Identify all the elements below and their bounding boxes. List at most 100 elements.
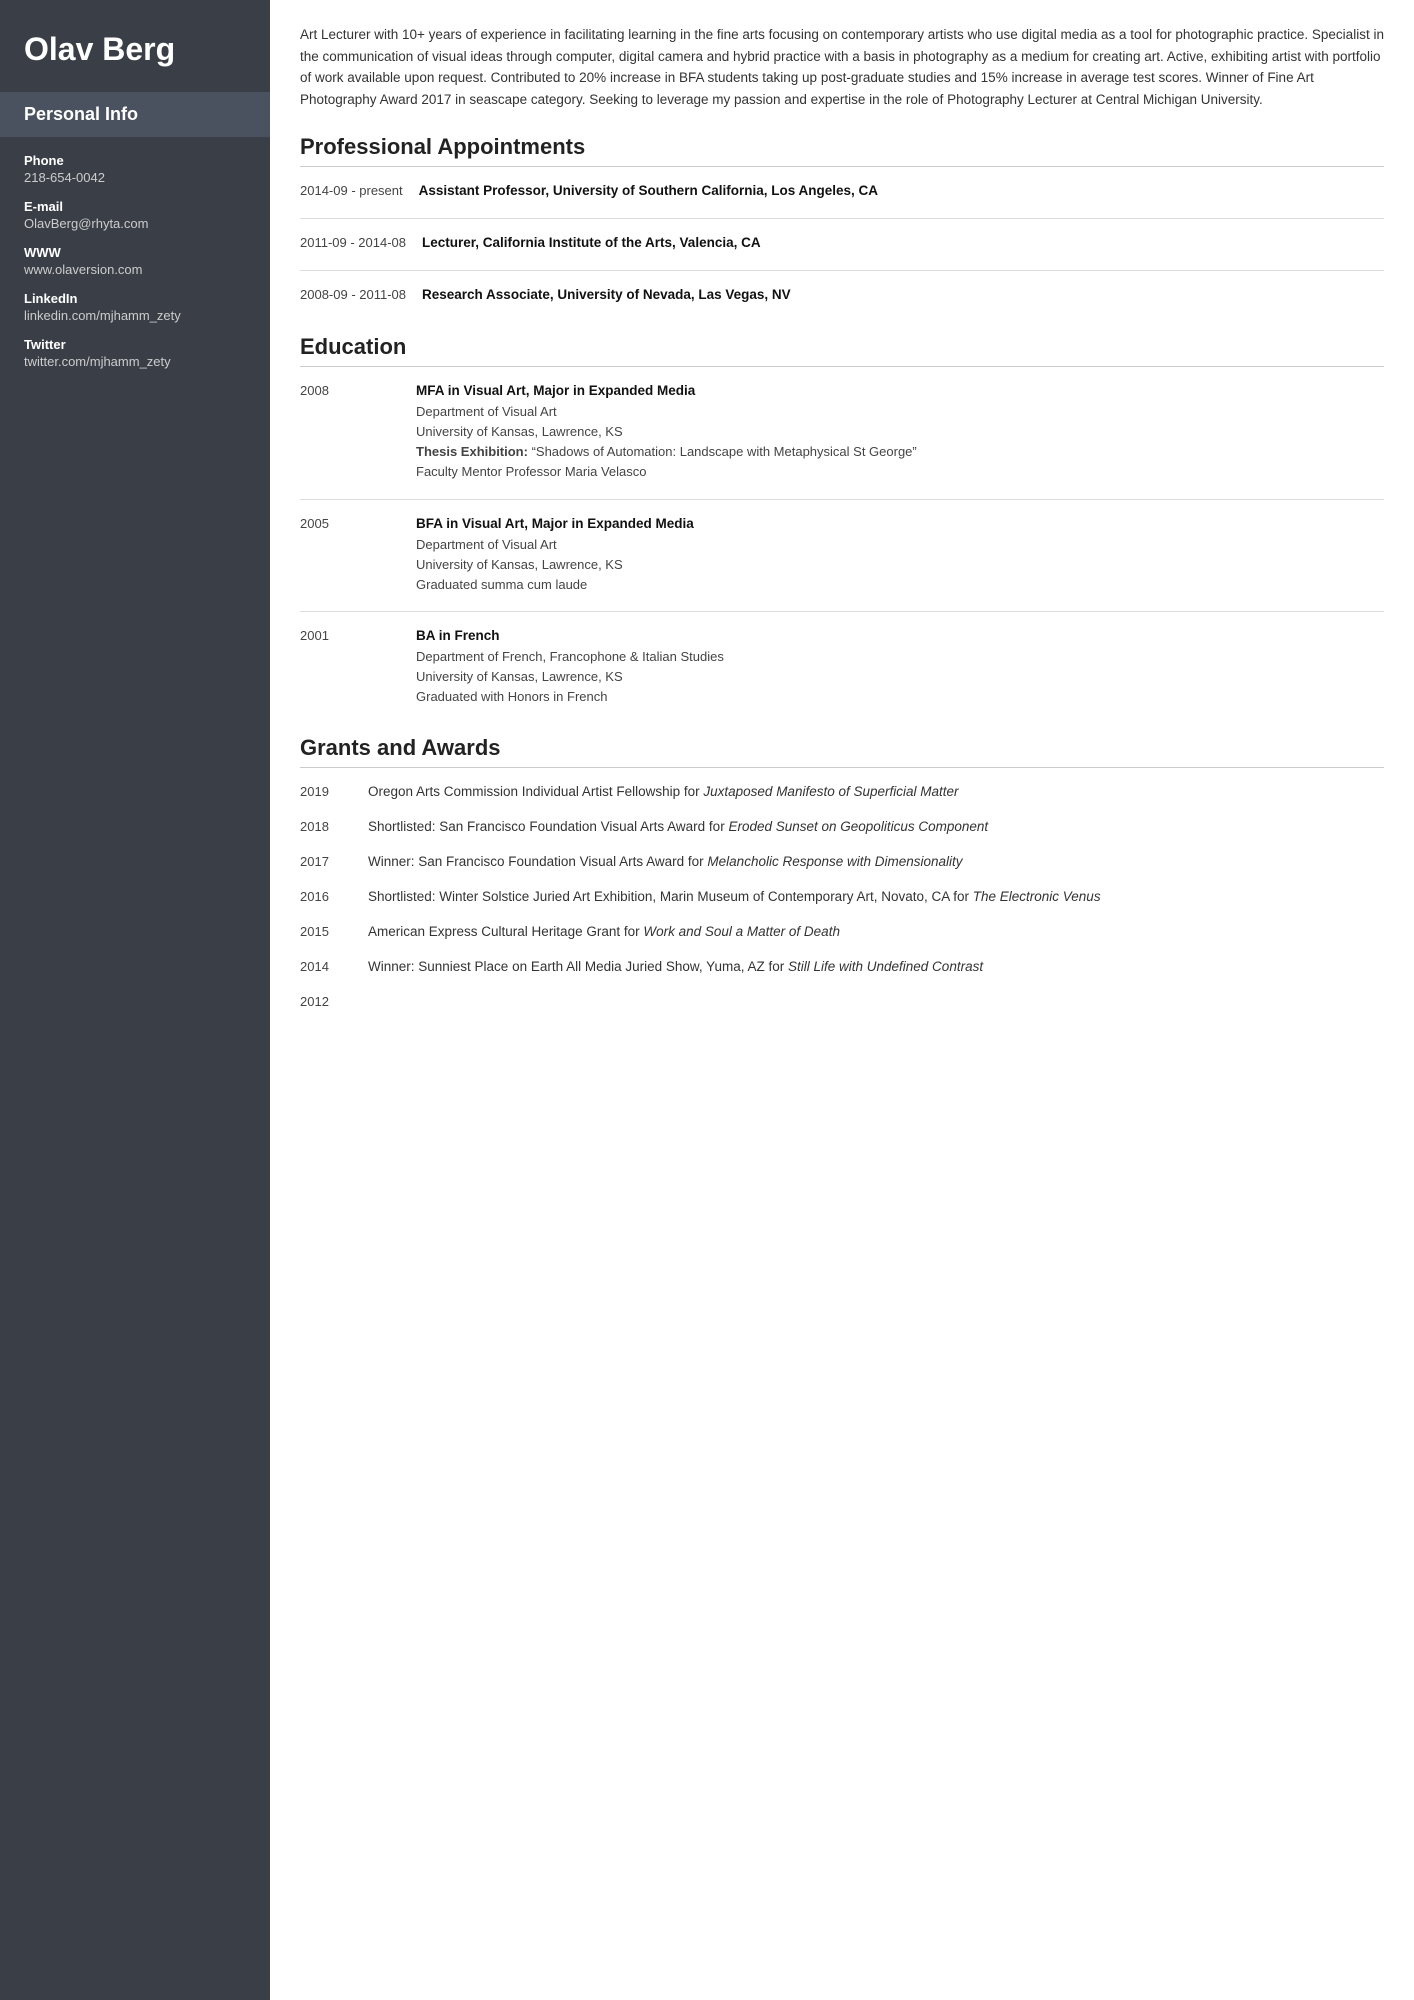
appointments-entries: 2014-09 - present Assistant Professor, U…: [300, 181, 1384, 306]
entry-date: 2001: [300, 626, 400, 707]
grant-entry: 2015 American Express Cultural Heritage …: [300, 922, 1384, 943]
entry-date: 2011-09 - 2014-08: [300, 233, 406, 254]
school: University of Kansas, Lawrence, KS: [416, 667, 1384, 687]
info-value: www.olaversion.com: [24, 262, 246, 277]
italic-text: Work and Soul a Matter of Death: [643, 924, 840, 939]
grant-entry: 2019 Oregon Arts Commission Individual A…: [300, 782, 1384, 803]
info-label: WWW: [24, 245, 246, 260]
divider: [300, 611, 1384, 612]
grant-description: [368, 992, 1384, 1012]
dept: Department of Visual Art: [416, 535, 1384, 555]
appointment-entry: 2011-09 - 2014-08 Lecturer, California I…: [300, 233, 1384, 271]
entry-row: 2011-09 - 2014-08 Lecturer, California I…: [300, 233, 1384, 254]
grant-year: 2019: [300, 782, 352, 803]
info-value: 218-654-0042: [24, 170, 246, 185]
divider: [300, 499, 1384, 500]
degree-title: BFA in Visual Art, Major in Expanded Med…: [416, 514, 1384, 535]
grants-title: Grants and Awards: [300, 735, 1384, 768]
info-value: twitter.com/mjhamm_zety: [24, 354, 246, 369]
entry-date: 2014-09 - present: [300, 181, 403, 202]
personal-info-header: Personal Info: [0, 92, 270, 137]
info-label: Twitter: [24, 337, 246, 352]
mentor: Faculty Mentor Professor Maria Velasco: [416, 462, 1384, 482]
entry-title: Lecturer, California Institute of the Ar…: [422, 235, 761, 250]
info-item: Twitter twitter.com/mjhamm_zety: [24, 337, 246, 369]
school: University of Kansas, Lawrence, KS: [416, 555, 1384, 575]
grants-entries: 2019 Oregon Arts Commission Individual A…: [300, 782, 1384, 1012]
candidate-name: Olav Berg: [0, 0, 270, 92]
info-item: LinkedIn linkedin.com/mjhamm_zety: [24, 291, 246, 323]
grant-year: 2015: [300, 922, 352, 943]
grants-section: Grants and Awards 2019 Oregon Arts Commi…: [300, 735, 1384, 1012]
grant-description: American Express Cultural Heritage Grant…: [368, 922, 1384, 943]
italic-text: The Electronic Venus: [973, 889, 1101, 904]
divider: [300, 270, 1384, 271]
school: University of Kansas, Lawrence, KS: [416, 422, 1384, 442]
grant-entry: 2018 Shortlisted: San Francisco Foundati…: [300, 817, 1384, 838]
italic-text: Melancholic Response with Dimensionality: [707, 854, 962, 869]
grant-year: 2016: [300, 887, 352, 908]
entry-date: 2005: [300, 514, 400, 595]
dept: Department of French, Francophone & Ital…: [416, 647, 1384, 667]
grant-description: Winner: San Francisco Foundation Visual …: [368, 852, 1384, 873]
entry-row: 2008-09 - 2011-08 Research Associate, Un…: [300, 285, 1384, 306]
entry-content: Assistant Professor, University of South…: [419, 181, 1384, 202]
entry-content: Lecturer, California Institute of the Ar…: [422, 233, 1384, 254]
entry-title: Assistant Professor, University of South…: [419, 183, 878, 198]
sidebar: Olav Berg Personal Info Phone 218-654-00…: [0, 0, 270, 2000]
entry-title: Research Associate, University of Nevada…: [422, 287, 791, 302]
grant-description: Oregon Arts Commission Individual Artist…: [368, 782, 1384, 803]
education-title: Education: [300, 334, 1384, 367]
thesis: Thesis Exhibition: “Shadows of Automatio…: [416, 442, 1384, 462]
info-label: LinkedIn: [24, 291, 246, 306]
degree-title: MFA in Visual Art, Major in Expanded Med…: [416, 381, 1384, 402]
grant-year: 2012: [300, 992, 352, 1012]
entry-row: 2008 MFA in Visual Art, Major in Expande…: [300, 381, 1384, 482]
entry-row: 2014-09 - present Assistant Professor, U…: [300, 181, 1384, 202]
info-value: OlavBerg@rhyta.com: [24, 216, 246, 231]
info-item: WWW www.olaversion.com: [24, 245, 246, 277]
entry-content: BFA in Visual Art, Major in Expanded Med…: [416, 514, 1384, 595]
main-content: Art Lecturer with 10+ years of experienc…: [270, 0, 1414, 2000]
info-item: E-mail OlavBerg@rhyta.com: [24, 199, 246, 231]
personal-info-content: Phone 218-654-0042 E-mail OlavBerg@rhyta.…: [0, 153, 270, 407]
dept: Department of Visual Art: [416, 402, 1384, 422]
entry-content: MFA in Visual Art, Major in Expanded Med…: [416, 381, 1384, 482]
info-item: Phone 218-654-0042: [24, 153, 246, 185]
appointment-entry: 2008-09 - 2011-08 Research Associate, Un…: [300, 285, 1384, 306]
grant-entry: 2012: [300, 992, 1384, 1012]
grant-year: 2018: [300, 817, 352, 838]
entry-content: Research Associate, University of Nevada…: [422, 285, 1384, 306]
entry-date: 2008-09 - 2011-08: [300, 285, 406, 306]
entry-row: 2005 BFA in Visual Art, Major in Expande…: [300, 514, 1384, 595]
grant-description: Shortlisted: San Francisco Foundation Vi…: [368, 817, 1384, 838]
entry-row: 2001 BA in French Department of French, …: [300, 626, 1384, 707]
education-section: Education 2008 MFA in Visual Art, Major …: [300, 334, 1384, 707]
education-entry: 2001 BA in French Department of French, …: [300, 626, 1384, 707]
education-entries: 2008 MFA in Visual Art, Major in Expande…: [300, 381, 1384, 707]
info-value: linkedin.com/mjhamm_zety: [24, 308, 246, 323]
grant-entry: 2016 Shortlisted: Winter Solstice Juried…: [300, 887, 1384, 908]
info-label: E-mail: [24, 199, 246, 214]
appointment-entry: 2014-09 - present Assistant Professor, U…: [300, 181, 1384, 219]
grant-year: 2017: [300, 852, 352, 873]
graduated: Graduated with Honors in French: [416, 687, 1384, 707]
education-entry: 2008 MFA in Visual Art, Major in Expande…: [300, 381, 1384, 499]
appointments-title: Professional Appointments: [300, 134, 1384, 167]
grant-year: 2014: [300, 957, 352, 978]
graduated: Graduated summa cum laude: [416, 575, 1384, 595]
grant-entry: 2017 Winner: San Francisco Foundation Vi…: [300, 852, 1384, 873]
italic-text: Juxtaposed Manifesto of Superficial Matt…: [703, 784, 958, 799]
appointments-section: Professional Appointments 2014-09 - pres…: [300, 134, 1384, 306]
italic-text: Eroded Sunset on Geopoliticus Component: [728, 819, 988, 834]
entry-content: BA in French Department of French, Franc…: [416, 626, 1384, 707]
education-entry: 2005 BFA in Visual Art, Major in Expande…: [300, 514, 1384, 612]
grant-description: Winner: Sunniest Place on Earth All Medi…: [368, 957, 1384, 978]
info-label: Phone: [24, 153, 246, 168]
degree-title: BA in French: [416, 626, 1384, 647]
grant-description: Shortlisted: Winter Solstice Juried Art …: [368, 887, 1384, 908]
italic-text: Still Life with Undefined Contrast: [788, 959, 983, 974]
entry-date: 2008: [300, 381, 400, 482]
summary-paragraph: Art Lecturer with 10+ years of experienc…: [300, 24, 1384, 110]
divider: [300, 218, 1384, 219]
